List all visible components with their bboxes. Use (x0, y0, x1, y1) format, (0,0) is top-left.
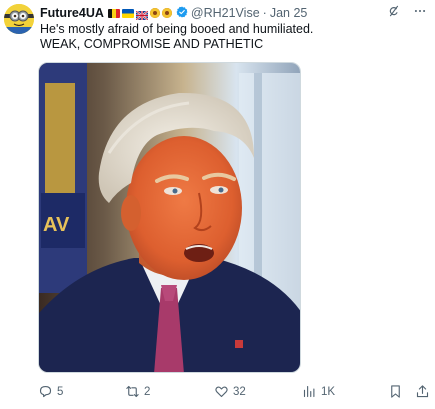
grok-icon[interactable] (387, 4, 401, 21)
tweet-text-line: He's mostly afraid of being booed and hu… (40, 22, 314, 36)
retweet-icon (126, 385, 139, 398)
minion-avatar-icon (4, 4, 34, 34)
views-button[interactable]: 1K (302, 384, 335, 399)
avatar[interactable] (4, 4, 34, 34)
tweet-photo[interactable]: AV (38, 62, 301, 373)
svg-text:AV: AV (43, 214, 70, 236)
views-chart-icon (303, 385, 315, 398)
reply-count: 5 (57, 385, 64, 398)
more-options-icon[interactable] (413, 4, 427, 21)
bookmark-button[interactable] (388, 384, 403, 399)
reply-icon (39, 385, 52, 398)
share-icon (416, 385, 429, 398)
portrait-photo: AV (39, 63, 300, 372)
ukraine-flag-icon (121, 8, 134, 18)
tweet-header: Future4UA @RH21Vise · Jan 25 (40, 4, 427, 22)
retweet-button[interactable]: 2 (125, 384, 150, 399)
header-actions (387, 4, 427, 21)
tweet-text: He's mostly afraid of being booed and hu… (40, 22, 313, 52)
verified-badge-icon (176, 6, 188, 21)
view-count: 1K (321, 385, 336, 398)
heart-icon (215, 386, 228, 398)
like-button[interactable]: 32 (214, 384, 246, 399)
separator-dot: · (262, 6, 267, 20)
author-name[interactable]: Future4UA (40, 6, 104, 20)
name-emoji-group (107, 8, 172, 21)
tweet-action-bar: 5 2 32 1K (38, 384, 430, 402)
belgium-flag-icon (107, 8, 120, 18)
tweet-text-line: WEAK, COMPROMISE AND PATHETIC (40, 37, 264, 51)
reply-button[interactable]: 5 (38, 384, 63, 399)
tweet-date[interactable]: Jan 25 (270, 6, 308, 20)
sunflower-icon (161, 8, 172, 18)
share-button[interactable] (415, 384, 430, 399)
tweet-card[interactable]: Future4UA @RH21Vise · Jan 25 He's mostly… (0, 0, 435, 409)
sunflower-icon (149, 8, 160, 18)
like-count: 32 (233, 385, 246, 398)
bookmark-icon (391, 385, 400, 398)
retweet-count: 2 (144, 385, 151, 398)
author-handle[interactable]: @RH21Vise (191, 6, 260, 20)
uk-flag-icon (135, 9, 149, 21)
